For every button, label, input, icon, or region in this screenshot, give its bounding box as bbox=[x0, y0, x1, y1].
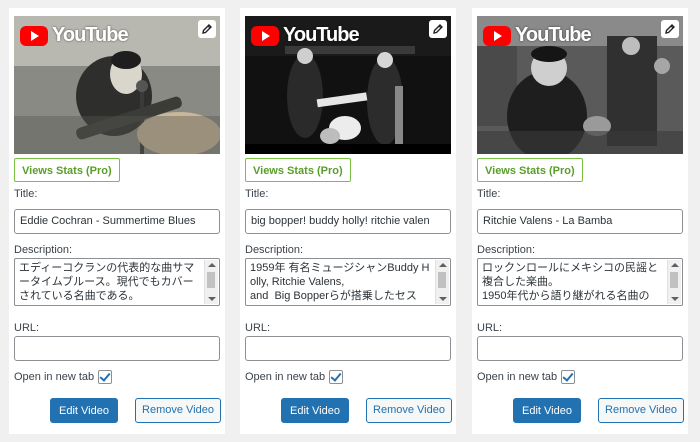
description-textarea[interactable]: ロックンロールにメキシコの民謡と複合した楽曲。 1950年代から語り継がれる名曲… bbox=[477, 258, 683, 306]
scroll-thumb[interactable] bbox=[670, 272, 678, 288]
url-input[interactable] bbox=[477, 336, 683, 361]
pencil-icon[interactable] bbox=[661, 20, 679, 38]
scroll-up-arrow-icon[interactable] bbox=[671, 263, 679, 267]
description-textarea[interactable]: エディーコクランの代表的な曲サマータイムブルース。現代でもカバーされている名曲で… bbox=[14, 258, 220, 306]
youtube-logo: YouTube bbox=[20, 24, 129, 47]
pencil-icon[interactable] bbox=[429, 20, 447, 38]
description-scrollbar[interactable] bbox=[435, 260, 449, 304]
video-thumbnail[interactable]: YouTube bbox=[245, 16, 451, 154]
youtube-wordmark: YouTube bbox=[52, 24, 129, 46]
video-card-3: YouTube Views Stats (Pro) Title: Ritchie… bbox=[472, 8, 688, 434]
edit-video-button[interactable]: Edit Video bbox=[281, 398, 349, 423]
youtube-logo: YouTube bbox=[483, 24, 592, 47]
edit-video-button[interactable]: Edit Video bbox=[513, 398, 581, 423]
scroll-down-arrow-icon[interactable] bbox=[208, 297, 216, 301]
title-label: Title: bbox=[477, 188, 501, 200]
scroll-up-arrow-icon[interactable] bbox=[439, 263, 447, 267]
title-input[interactable]: big bopper! buddy holly! ritchie valen bbox=[245, 209, 451, 234]
open-new-tab-checkbox[interactable] bbox=[329, 370, 344, 384]
url-input[interactable] bbox=[245, 336, 451, 361]
title-label: Title: bbox=[14, 188, 38, 200]
title-input[interactable]: Eddie Cochran - Summertime Blues bbox=[14, 209, 220, 234]
views-stats-button[interactable]: Views Stats (Pro) bbox=[14, 158, 120, 182]
description-label: Description: bbox=[14, 244, 73, 256]
views-stats-button[interactable]: Views Stats (Pro) bbox=[245, 158, 351, 182]
url-label: URL: bbox=[245, 322, 271, 334]
remove-video-button[interactable]: Remove Video bbox=[598, 398, 684, 423]
open-new-tab-label: Open in new tab bbox=[245, 371, 326, 383]
url-label: URL: bbox=[477, 322, 503, 334]
views-stats-button[interactable]: Views Stats (Pro) bbox=[477, 158, 583, 182]
edit-video-button[interactable]: Edit Video bbox=[50, 398, 118, 423]
youtube-wordmark: YouTube bbox=[283, 24, 360, 46]
description-label: Description: bbox=[477, 244, 536, 256]
description-text: 1959年 有名ミュージシャンBuddy Holly, Ritchie Vale… bbox=[250, 262, 430, 302]
remove-video-button[interactable]: Remove Video bbox=[135, 398, 221, 423]
url-label: URL: bbox=[14, 322, 40, 334]
video-card-2: YouTube Views Stats (Pro) Title: big bop… bbox=[240, 8, 456, 434]
open-new-tab-label: Open in new tab bbox=[14, 371, 95, 383]
description-scrollbar[interactable] bbox=[204, 260, 218, 304]
pencil-icon[interactable] bbox=[198, 20, 216, 38]
scroll-up-arrow-icon[interactable] bbox=[208, 263, 216, 267]
description-text: エディーコクランの代表的な曲サマータイムブルース。現代でもカバーされている名曲で… bbox=[19, 262, 195, 302]
scroll-down-arrow-icon[interactable] bbox=[439, 297, 447, 301]
description-text: ロックンロールにメキシコの民謡と複合した楽曲。 1950年代から語り継がれる名曲… bbox=[482, 262, 658, 302]
title-input[interactable]: Ritchie Valens - La Bamba bbox=[477, 209, 683, 234]
youtube-play-icon bbox=[483, 25, 511, 46]
description-label: Description: bbox=[245, 244, 304, 256]
scroll-thumb[interactable] bbox=[207, 272, 215, 288]
video-thumbnail[interactable]: YouTube bbox=[14, 16, 220, 154]
video-thumbnail[interactable]: YouTube bbox=[477, 16, 683, 154]
video-card-1: YouTube Views Stats (Pro) Title: Eddie C… bbox=[9, 8, 225, 434]
remove-video-button[interactable]: Remove Video bbox=[366, 398, 452, 423]
open-new-tab-row: Open in new tab bbox=[245, 370, 344, 384]
description-scrollbar[interactable] bbox=[667, 260, 681, 304]
description-textarea[interactable]: 1959年 有名ミュージシャンBuddy Holly, Ritchie Vale… bbox=[245, 258, 451, 306]
youtube-play-icon bbox=[251, 25, 279, 46]
scroll-thumb[interactable] bbox=[438, 272, 446, 288]
scroll-down-arrow-icon[interactable] bbox=[671, 297, 679, 301]
url-input[interactable] bbox=[14, 336, 220, 361]
youtube-logo: YouTube bbox=[251, 24, 360, 47]
open-new-tab-label: Open in new tab bbox=[477, 371, 558, 383]
youtube-play-icon bbox=[20, 25, 48, 46]
open-new-tab-row: Open in new tab bbox=[477, 370, 576, 384]
youtube-wordmark: YouTube bbox=[515, 24, 592, 46]
open-new-tab-row: Open in new tab bbox=[14, 370, 113, 384]
title-label: Title: bbox=[245, 188, 269, 200]
open-new-tab-checkbox[interactable] bbox=[98, 370, 113, 384]
open-new-tab-checkbox[interactable] bbox=[561, 370, 576, 384]
